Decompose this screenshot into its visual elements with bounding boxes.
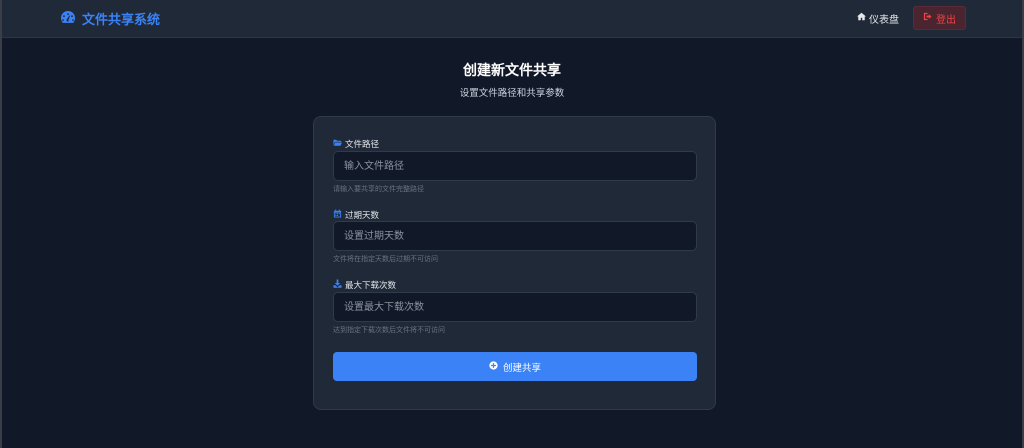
navbar: 文件共享系统 仪表盘 登出: [2, 0, 1022, 38]
nav-dashboard-link[interactable]: 仪表盘: [857, 11, 899, 26]
logout-label: 登出: [936, 14, 956, 26]
download-icon: [333, 279, 342, 291]
brand[interactable]: 文件共享系统: [60, 9, 160, 28]
expiry-days-label: 过期天数: [333, 209, 379, 221]
folder-open-icon: [333, 138, 342, 150]
page-subtitle: 设置文件路径和共享参数: [459, 88, 565, 99]
home-icon: [857, 12, 866, 24]
file-path-label-text: 文件路径: [345, 140, 380, 150]
max-downloads-input[interactable]: [333, 292, 697, 322]
brand-name: 文件共享系统: [82, 13, 161, 28]
nav-dashboard-label: 仪表盘: [869, 14, 899, 26]
file-path-input[interactable]: [333, 151, 697, 181]
share-form-card: 文件路径 请输入要共享的文件完整路径 过期天数 文件将在指定天数后过期不可访问 …: [313, 116, 716, 410]
app-window: 文件共享系统 仪表盘 登出 创建新文件共享 设置文件路径和共享参数 文件路径 输…: [0, 0, 1024, 448]
expiry-days-hint: 文件将在指定天数后过期不可访问: [333, 255, 438, 263]
file-path-label: 文件路径: [333, 138, 379, 150]
expiry-days-label-text: 过期天数: [345, 211, 380, 221]
nav-actions: 仪表盘 登出: [857, 6, 966, 30]
max-downloads-label: 最大下载次数: [333, 279, 396, 291]
create-share-label: 创建共享: [502, 362, 541, 374]
logout-button[interactable]: 登出: [913, 6, 966, 30]
file-path-hint: 请输入要共享的文件完整路径: [333, 185, 424, 193]
max-downloads-label-text: 最大下载次数: [345, 281, 397, 291]
plus-circle-icon: [489, 360, 498, 373]
max-downloads-hint: 达到指定下载次数后文件将不可访问: [333, 326, 445, 334]
sign-out-icon: [923, 12, 932, 24]
page-title: 创建新文件共享: [463, 63, 561, 79]
create-share-button[interactable]: 创建共享: [333, 352, 697, 381]
expiry-days-input[interactable]: [333, 221, 697, 251]
dashboard-gauge-icon: [60, 10, 76, 28]
calendar-icon: [333, 209, 342, 221]
